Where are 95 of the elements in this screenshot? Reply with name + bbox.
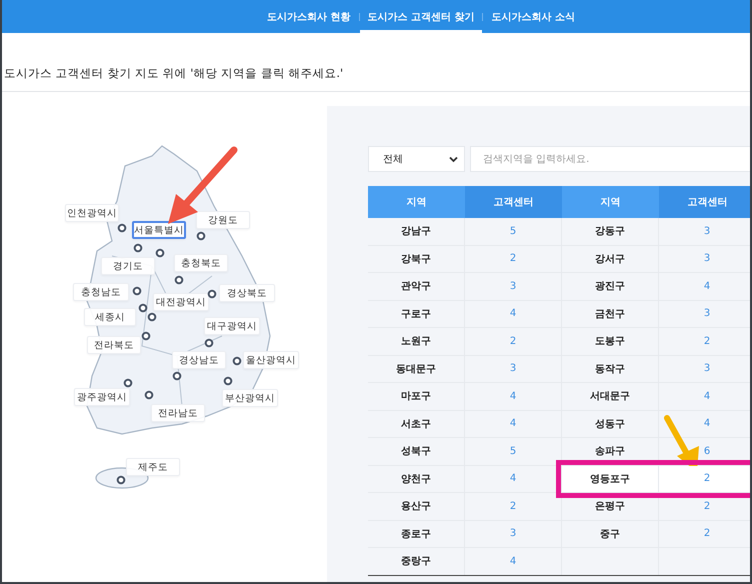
center-count-link[interactable]: 2 [704,336,710,347]
region-label[interactable]: 세종시 [84,308,136,326]
region-label[interactable]: 경기도 [101,257,155,275]
district-name: 영등포구 [590,472,630,486]
search-field[interactable]: 검색지역을 입력하세요. [470,146,750,172]
district-name: 강동구 [595,225,625,238]
district-name: 종로구 [401,528,431,541]
district-name: 중랑구 [401,555,431,568]
district-name: 강서구 [595,252,625,266]
marker-icon[interactable] [147,312,157,322]
marker-icon[interactable] [144,390,154,400]
center-count-link[interactable]: 4 [510,390,516,402]
region-label[interactable]: 서울특별시 [132,221,186,239]
center-count-link[interactable]: 2 [510,336,516,347]
district-name: 광진구 [595,280,625,294]
nav-tab[interactable]: 도시가스회사 소식 [483,0,583,33]
nav-tab[interactable]: 도시가스회사 현황 [259,0,359,33]
center-count-link[interactable]: 2 [704,528,710,540]
center-count-link[interactable]: 3 [510,363,516,374]
district-name: 마포구 [401,390,431,404]
district-name: 송파구 [595,445,625,458]
column-header: 고객센터 [465,186,562,218]
marker-icon[interactable] [155,248,165,258]
region-label[interactable]: 인천광역시 [65,204,119,222]
center-count-link[interactable]: 2 [510,253,516,264]
center-count-link[interactable]: 2 [704,500,710,512]
district-name: 관악구 [401,280,431,294]
marker-icon[interactable] [174,275,184,285]
region-label[interactable]: 대전광역시 [153,293,209,311]
region-select[interactable]: 전체 [368,146,465,172]
district-name: 동대문구 [396,362,436,376]
district-name: 은평구 [595,500,625,514]
center-count-link[interactable]: 4 [510,556,516,567]
district-name: 구로구 [401,308,431,321]
marker-icon[interactable] [196,231,206,241]
district-name: 강북구 [401,252,431,266]
region-label[interactable]: 광주광역시 [74,388,130,406]
region-label[interactable]: 강원도 [196,211,250,229]
district-name: 강남구 [401,225,431,238]
district-name: 노원구 [401,335,431,348]
center-count-link[interactable]: 4 [510,473,516,484]
region-label[interactable]: 부산광역시 [222,389,278,407]
center-count-link[interactable]: 4 [510,308,516,320]
center-count-link[interactable]: 6 [704,446,710,457]
district-name: 양천구 [401,472,431,486]
district-name: 성동구 [595,418,625,431]
marker-icon[interactable] [133,243,143,253]
region-label[interactable]: 울산광역시 [243,351,299,369]
center-count-link[interactable]: 3 [704,308,710,320]
district-name: 동작구 [595,362,625,376]
region-label[interactable]: 충청남도 [73,283,129,301]
center-count-link[interactable]: 3 [704,226,710,237]
instruction-text: 도시가스 고객센터 찾기 지도 위에 '해당 지역을 클릭 해주세요.' [2,33,750,92]
center-count-link[interactable]: 4 [704,280,710,292]
district-name: 금천구 [595,308,625,321]
column-header: 고객센터 [659,186,750,218]
chevron-icon [449,156,458,162]
center-count-link[interactable]: 3 [704,253,710,264]
district-name: 성북구 [401,445,431,458]
region-label[interactable]: 경상북도 [219,284,275,302]
marker-icon[interactable] [123,378,133,388]
region-label[interactable]: 전라북도 [87,336,141,354]
district-name: 용산구 [401,500,431,514]
district-name: 서대문구 [590,390,630,404]
district-name: 서초구 [401,418,431,431]
marker-icon[interactable] [117,223,127,233]
column-header: 지역 [562,186,659,218]
region-label[interactable]: 충청북도 [174,254,228,272]
center-count-link[interactable]: 2 [704,473,710,484]
center-count-link[interactable]: 4 [704,390,710,402]
marker-icon[interactable] [204,338,214,348]
marker-icon[interactable] [223,376,233,386]
region-label[interactable]: 전라남도 [151,404,205,422]
center-count-link[interactable]: 4 [704,418,710,430]
marker-icon[interactable] [132,286,142,296]
center-count-link[interactable]: 3 [704,363,710,374]
region-label[interactable]: 경상남도 [172,351,226,369]
nav-tab[interactable]: 도시가스 고객센터 찾기 [360,0,482,33]
center-count-link[interactable]: 3 [510,280,516,292]
marker-icon[interactable] [207,289,217,299]
center-count-link[interactable]: 4 [510,418,516,430]
region-label[interactable]: 대구광역시 [204,317,260,335]
marker-icon[interactable] [232,356,242,366]
marker-icon[interactable] [172,371,182,381]
center-count-link[interactable]: 2 [510,500,516,512]
marker-icon[interactable] [141,331,151,341]
center-count-link[interactable]: 3 [510,528,516,540]
district-name: 중구 [600,528,620,541]
center-count-link[interactable]: 5 [510,226,516,237]
column-header: 지역 [368,186,465,218]
center-count-link[interactable]: 5 [510,446,516,457]
marker-icon[interactable] [138,303,148,313]
marker-icon[interactable] [116,475,126,485]
region-label[interactable]: 제주도 [126,458,180,476]
district-name: 도봉구 [595,335,625,348]
